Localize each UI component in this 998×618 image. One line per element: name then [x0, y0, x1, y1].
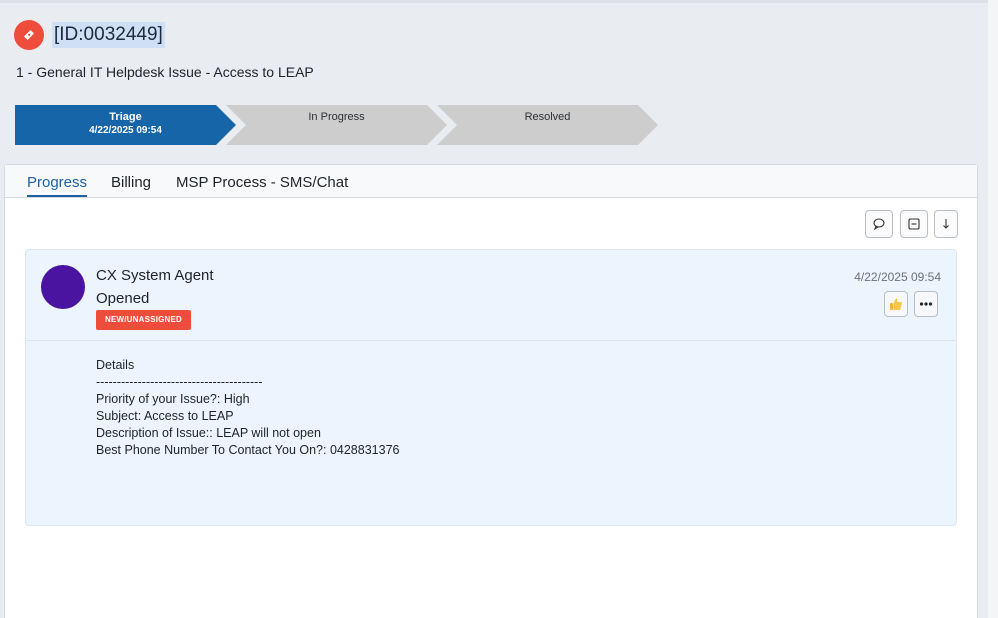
more-dots-icon [919, 302, 933, 306]
avatar [41, 265, 85, 309]
details-heading: Details [96, 358, 135, 372]
stage-date: 4/22/2025 09:54 [89, 125, 162, 136]
stage-resolved[interactable]: Resolved [437, 105, 658, 145]
entry-timestamp: 4/22/2025 09:54 [854, 270, 941, 284]
entry-details: Details --------------------------------… [96, 357, 399, 459]
tab-progress[interactable]: Progress [27, 174, 88, 197]
entry-action: Opened [96, 290, 150, 307]
download-arrow-icon [943, 219, 949, 229]
tab-billing[interactable]: Billing [111, 174, 151, 197]
comment-icon [873, 218, 885, 231]
tab-msp-process[interactable]: MSP Process - SMS/Chat [176, 174, 348, 197]
details-line: Priority of your Issue?: High [96, 392, 250, 406]
activity-entry: CX System Agent Opened NEW/UNASSIGNED 4/… [25, 249, 957, 526]
comment-button[interactable] [865, 210, 893, 238]
stage-name: In Progress [308, 111, 365, 123]
entry-divider [26, 340, 956, 341]
ticket-icon [14, 20, 44, 50]
status-badge: NEW/UNASSIGNED [96, 310, 192, 330]
details-line: Subject: Access to LEAP [96, 409, 234, 423]
details-separator: ---------------------------------------- [96, 375, 263, 389]
stage-progress-bar: Triage 4/22/2025 09:54 In Progress Resol… [15, 105, 675, 145]
more-options-button[interactable] [914, 291, 938, 317]
stage-in-progress[interactable]: In Progress [226, 105, 447, 145]
tab-bar: Progress Billing MSP Process - SMS/Chat [5, 165, 977, 198]
ticket-title: 1 - General IT Helpdesk Issue - Access t… [16, 64, 314, 80]
thumbs-up-icon [890, 298, 902, 310]
stage-triage[interactable]: Triage 4/22/2025 09:54 [15, 105, 236, 145]
details-line: Description of Issue:: LEAP will not ope… [96, 426, 321, 440]
details-line: Best Phone Number To Contact You On?: 04… [96, 443, 400, 457]
like-button[interactable] [884, 291, 908, 317]
collapse-icon [908, 218, 920, 230]
entry-author: CX System Agent [96, 267, 214, 284]
download-button[interactable] [934, 210, 958, 238]
collapse-button[interactable] [900, 210, 928, 238]
activity-panel: Progress Billing MSP Process - SMS/Chat … [4, 164, 978, 618]
stage-name: Triage [109, 111, 142, 123]
ticket-id: [ID:0032449] [52, 22, 165, 48]
top-border [0, 0, 998, 3]
stage-name: Resolved [524, 111, 571, 123]
scroll-edge [988, 0, 998, 618]
